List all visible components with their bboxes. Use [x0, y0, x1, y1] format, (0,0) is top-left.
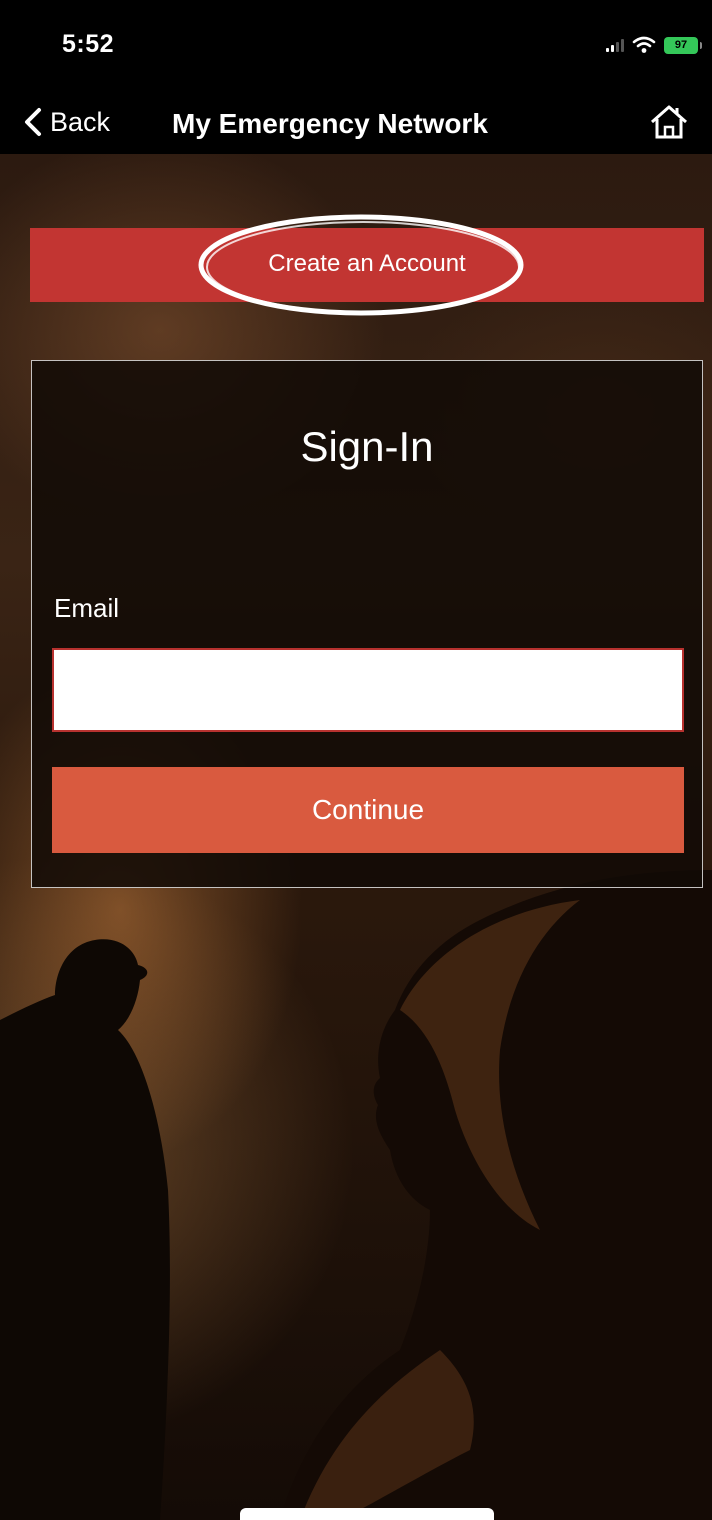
back-label: Back — [50, 106, 111, 137]
home-indicator[interactable] — [240, 1508, 494, 1520]
wifi-icon — [632, 36, 656, 53]
status-bar: 5:52 97 — [0, 0, 712, 92]
home-button[interactable] — [648, 102, 690, 142]
status-icons: 97 — [606, 36, 702, 54]
signin-title: Sign-In — [300, 423, 434, 470]
email-field[interactable] — [52, 648, 684, 732]
navigation-bar: Back My Emergency Network — [0, 92, 712, 154]
app-screen: 5:52 97 Back My Emergency Network Create… — [0, 0, 712, 1520]
page-title: My Emergency Network — [172, 108, 488, 139]
back-button[interactable]: Back — [22, 100, 110, 144]
status-time: 5:52 — [62, 30, 115, 58]
email-label: Email — [54, 593, 120, 623]
man-silhouette — [0, 939, 170, 1520]
create-account-button[interactable]: Create an Account — [30, 228, 704, 302]
continue-button[interactable]: Continue — [52, 767, 684, 853]
battery-icon: 97 — [664, 36, 702, 54]
signal-icon — [606, 38, 624, 52]
signin-card: Sign-In Email Continue — [31, 360, 703, 888]
home-icon — [651, 105, 687, 139]
create-account-label: Create an Account — [268, 250, 466, 277]
chevron-left-icon — [25, 108, 41, 136]
